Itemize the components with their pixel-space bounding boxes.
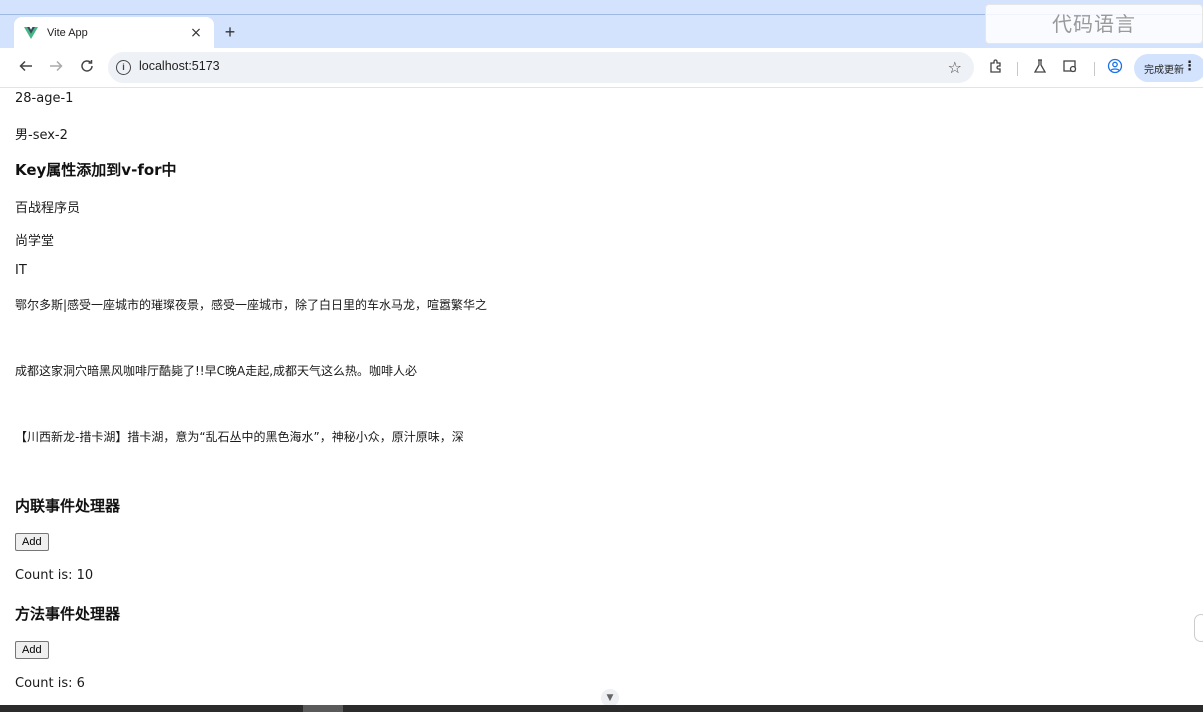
add-button-inline[interactable]: Add — [15, 533, 49, 551]
browser-toolbar: i localhost:5173 ☆ 完成更新 ⋮ — [0, 48, 1203, 88]
info-icon[interactable]: i — [116, 60, 131, 75]
list-item: 尚学堂 — [15, 234, 55, 249]
section-heading-key: Key属性添加到v-for中 — [15, 161, 177, 179]
forward-arrow-icon[interactable] — [46, 58, 66, 78]
plus-icon[interactable]: + — [220, 22, 240, 42]
section-heading-inline: 内联事件处理器 — [15, 497, 121, 515]
url-text[interactable]: localhost:5173 — [139, 59, 220, 73]
reload-icon[interactable] — [77, 58, 97, 78]
vue-logo-icon — [24, 26, 38, 40]
data-line: 男-sex-2 — [15, 128, 68, 143]
tab-title: Vite App — [47, 26, 88, 39]
article-item: 【川西新龙-措卡湖】措卡湖，意为“乱石丛中的黑色海水”，神秘小众，原汁原味，深 — [15, 430, 464, 444]
watermark-badge: 代码语言 — [985, 4, 1203, 44]
media-icon[interactable] — [1060, 58, 1080, 78]
add-button-method[interactable]: Add — [15, 641, 49, 659]
back-arrow-icon[interactable] — [16, 58, 36, 78]
labs-flask-icon[interactable] — [1030, 58, 1050, 78]
star-icon[interactable]: ☆ — [948, 58, 962, 77]
taskbar — [0, 705, 1203, 712]
update-button[interactable]: 完成更新 ⋮ — [1134, 54, 1203, 82]
profile-icon[interactable] — [1105, 58, 1125, 78]
more-vert-icon[interactable]: ⋮ — [1183, 59, 1196, 74]
count-text-inline: Count is: 10 — [15, 568, 94, 583]
address-bar[interactable]: i localhost:5173 ☆ — [108, 52, 974, 83]
list-item: 百战程序员 — [15, 201, 81, 216]
list-item: IT — [15, 263, 27, 278]
data-line: 28-age-1 — [15, 91, 74, 106]
update-label: 完成更新 — [1144, 65, 1184, 76]
extensions-icon[interactable] — [986, 58, 1006, 78]
browser-tab[interactable]: Vite App × — [14, 17, 214, 48]
count-text-method: Count is: 6 — [15, 676, 85, 691]
toolbar-divider — [1094, 62, 1095, 76]
article-item: 鄂尔多斯|感受一座城市的璀璨夜景，感受一座城市，除了白日里的车水马龙，喧嚣繁华之 — [15, 298, 488, 312]
close-icon[interactable]: × — [188, 25, 204, 41]
section-heading-method: 方法事件处理器 — [15, 605, 121, 623]
toolbar-divider — [1017, 62, 1018, 76]
taskbar-item[interactable] — [303, 705, 343, 712]
article-item: 成都这家洞穴暗黑风咖啡厅酷毙了!!早C晚A走起,成都天气这么热。咖啡人必 — [15, 364, 418, 378]
side-panel-handle[interactable] — [1194, 614, 1203, 642]
